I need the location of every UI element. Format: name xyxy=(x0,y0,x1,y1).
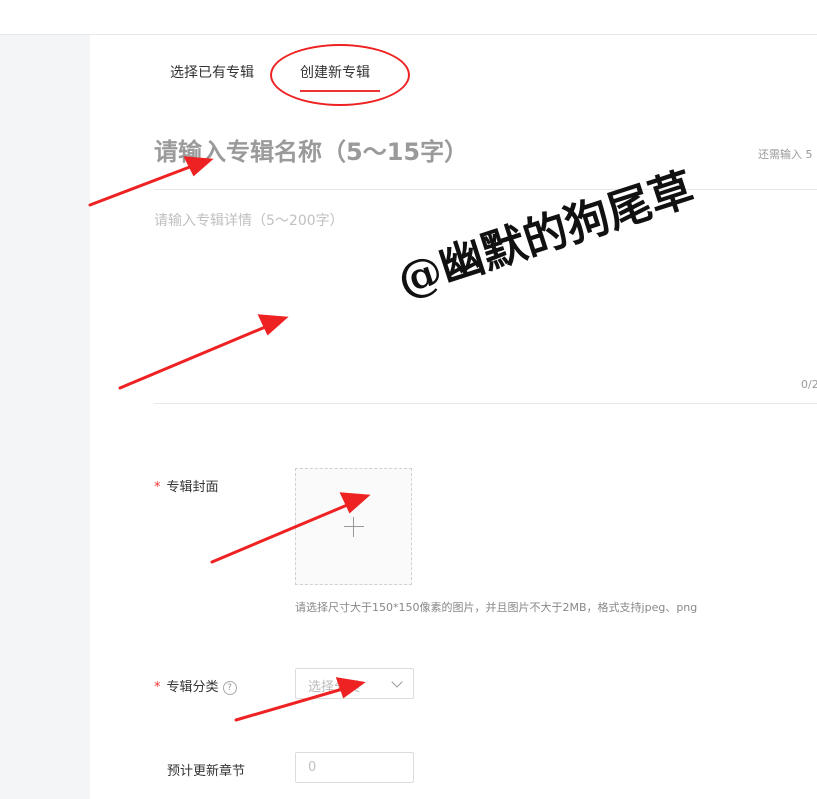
category-label: * 专辑分类? xyxy=(154,676,237,695)
cover-label-text: 专辑封面 xyxy=(166,480,219,495)
description-divider xyxy=(154,403,817,404)
category-select[interactable]: 选择分类 xyxy=(295,668,414,699)
category-label-text: 专辑分类 xyxy=(166,680,219,695)
required-mark: * xyxy=(154,680,161,695)
cover-label: * 专辑封面 xyxy=(154,476,219,495)
title-divider xyxy=(154,189,817,190)
tab-select-existing-album[interactable]: 选择已有专辑 xyxy=(170,62,254,82)
plus-icon xyxy=(344,517,364,537)
cover-upload-hint: 请选择尺寸大于150*150像素的图片，并且图片不大于2MB，格式支持jpeg、… xyxy=(295,601,698,614)
chevron-down-icon xyxy=(391,676,403,688)
annotation-circle xyxy=(270,44,410,106)
question-circle-icon[interactable]: ? xyxy=(222,680,237,695)
left-sidebar xyxy=(0,35,90,799)
annotation-arrow xyxy=(88,163,197,207)
category-select-placeholder: 选择分类 xyxy=(308,680,361,695)
top-bar xyxy=(0,0,817,35)
cover-upload-box[interactable] xyxy=(295,468,412,585)
title-remaining-count: 还需输入 5 xyxy=(758,148,813,161)
required-mark: * xyxy=(154,480,161,495)
description-char-counter: 0/2 xyxy=(801,378,817,391)
chapters-label: 预计更新章节 xyxy=(167,764,246,779)
chapters-input[interactable] xyxy=(295,752,414,783)
